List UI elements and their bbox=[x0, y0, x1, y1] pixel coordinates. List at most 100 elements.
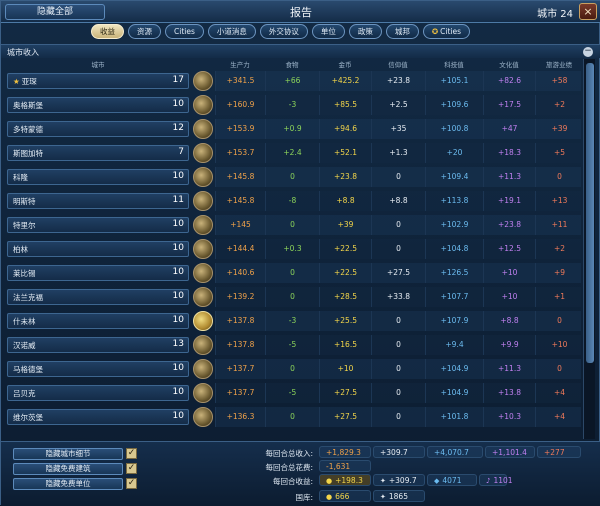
table-row[interactable]: 维尔茨堡 10 +136.3 0 +27.5 0 +101.8 +10.3 +4 bbox=[1, 406, 581, 428]
tab-0[interactable]: 收益 bbox=[91, 24, 124, 39]
cell-faith: +27.5 bbox=[371, 263, 425, 283]
tab-6[interactable]: 政策 bbox=[348, 24, 382, 39]
cell-gold: +25.5 bbox=[319, 311, 371, 331]
table-row[interactable]: 法兰克福 10 +139.2 0 +28.5 +33.8 +107.7 +10 +1 bbox=[1, 286, 581, 308]
city-name: 特里尔 bbox=[13, 220, 36, 231]
cell-faith: 0 bbox=[371, 335, 425, 355]
col-header-culture[interactable]: 文化值 bbox=[483, 59, 535, 69]
table-row[interactable]: 明斯特 11 +145.8 -8 +8.8 +8.8 +113.8 +19.1 +13 bbox=[1, 190, 581, 212]
city-focus-icon[interactable] bbox=[193, 239, 213, 259]
col-header-faith[interactable]: 信仰值 bbox=[371, 59, 425, 69]
tab-2[interactable]: Cities bbox=[165, 24, 204, 39]
city-name-button[interactable]: ★ 亚琛 17 bbox=[7, 73, 189, 89]
city-name-button[interactable]: 明斯特 11 bbox=[7, 193, 189, 209]
city-name-button[interactable]: 斯图加特 7 bbox=[7, 145, 189, 161]
cell-tourism: 0 bbox=[535, 311, 581, 331]
option-hide-free-units[interactable]: 隐藏免费单位 ✓ bbox=[13, 478, 137, 490]
city-name-button[interactable]: 什未林 10 bbox=[7, 313, 189, 329]
city-name-button[interactable]: 吕贝克 10 bbox=[7, 385, 189, 401]
collapse-icon[interactable]: − bbox=[583, 47, 593, 57]
city-name-button[interactable]: 多特蒙德 12 bbox=[7, 121, 189, 137]
city-population: 13 bbox=[172, 339, 184, 349]
option-hide-city-details[interactable]: 隐藏城市细节 ✓ bbox=[13, 448, 137, 460]
city-focus-icon[interactable] bbox=[193, 287, 213, 307]
cell-tourism: +58 bbox=[535, 71, 581, 91]
tab-1[interactable]: 资源 bbox=[128, 24, 161, 39]
table-row[interactable]: 奥格斯堡 10 +160.9 -3 +85.5 +2.5 +109.6 +17.5 +2 bbox=[1, 94, 581, 116]
cell-food: -3 bbox=[265, 95, 319, 115]
col-header-production[interactable]: 生产力 bbox=[215, 59, 265, 69]
option-label: 隐藏免费建筑 bbox=[13, 463, 123, 475]
table-row[interactable]: 吕贝克 10 +137.7 -5 +27.5 0 +104.9 +13.8 +4 bbox=[1, 382, 581, 404]
city-focus-icon[interactable] bbox=[193, 95, 213, 115]
table-row[interactable]: 斯图加特 7 +153.7 +2.4 +52.1 +1.3 +20 +18.3 +5 bbox=[1, 142, 581, 164]
cell-faith: 0 bbox=[371, 239, 425, 259]
scrollbar[interactable] bbox=[583, 59, 595, 439]
tab-7[interactable]: 城邦 bbox=[385, 24, 419, 39]
city-focus-icon[interactable] bbox=[193, 119, 213, 139]
table-row[interactable]: ★ 亚琛 17 +341.5 +66 +425.2 +23.8 +105.1 +82.6 +58 bbox=[1, 70, 581, 92]
city-name-button[interactable]: 法兰克福 10 bbox=[7, 289, 189, 305]
scroll-thumb[interactable] bbox=[586, 63, 594, 363]
city-name-button[interactable]: 汉诺威 13 bbox=[7, 337, 189, 353]
faith-icon: ✦ bbox=[380, 493, 386, 501]
city-focus-icon[interactable] bbox=[193, 359, 213, 379]
city-name-button[interactable]: 科隆 10 bbox=[7, 169, 189, 185]
tab-8[interactable]: ✪ Cities bbox=[422, 24, 471, 39]
city-focus-icon[interactable] bbox=[193, 215, 213, 235]
col-header-science[interactable]: 科技值 bbox=[425, 59, 483, 69]
option-hide-free-buildings[interactable]: 隐藏免费建筑 ✓ bbox=[13, 463, 137, 475]
table-row[interactable]: 马格德堡 10 +137.7 0 +10 0 +104.9 +11.3 0 bbox=[1, 358, 581, 380]
city-focus-icon[interactable] bbox=[193, 383, 213, 403]
close-button[interactable]: × bbox=[579, 3, 597, 20]
city-focus-icon[interactable] bbox=[193, 311, 213, 331]
city-focus-icon[interactable] bbox=[193, 263, 213, 283]
city-name: 科隆 bbox=[13, 172, 28, 183]
cell-food: 0 bbox=[265, 167, 319, 187]
checkbox[interactable]: ✓ bbox=[126, 478, 137, 489]
city-name-button[interactable]: 马格德堡 10 bbox=[7, 361, 189, 377]
cell-faith: +33.8 bbox=[371, 287, 425, 307]
cell-faith: +1.3 bbox=[371, 143, 425, 163]
city-focus-icon[interactable] bbox=[193, 71, 213, 91]
col-header-tourism[interactable]: 旅游业绩 bbox=[535, 59, 583, 69]
city-focus-icon[interactable] bbox=[193, 191, 213, 211]
tab-bar: 收益 资源 Cities 小道消息 外交协议 单位 政策 城邦 ✪ Cities bbox=[91, 24, 471, 40]
section-title: 城市收入 bbox=[7, 48, 39, 57]
city-focus-icon[interactable] bbox=[193, 143, 213, 163]
city-focus-icon[interactable] bbox=[193, 407, 213, 427]
table-row[interactable]: 科隆 10 +145.8 0 +23.8 0 +109.4 +11.3 0 bbox=[1, 166, 581, 188]
tab-label: Cities bbox=[174, 27, 195, 36]
city-focus-icon[interactable] bbox=[193, 335, 213, 355]
tab-3[interactable]: 小道消息 bbox=[207, 24, 256, 39]
tab-5[interactable]: 单位 bbox=[311, 24, 345, 39]
checkbox[interactable]: ✓ bbox=[126, 463, 137, 474]
table-row[interactable]: 柏林 10 +144.4 +0.3 +22.5 0 +104.8 +12.5 +2 bbox=[1, 238, 581, 260]
city-name-button[interactable]: 特里尔 10 bbox=[7, 217, 189, 233]
cell-science: +105.1 bbox=[425, 71, 483, 91]
cost-production: -1,631 bbox=[319, 460, 371, 472]
col-header-city[interactable]: 城市 bbox=[7, 59, 189, 69]
checkbox[interactable]: ✓ bbox=[126, 448, 137, 459]
cell-tourism: +9 bbox=[535, 263, 581, 283]
col-header-food[interactable]: 食物 bbox=[265, 59, 319, 69]
table-row[interactable]: 莱比锡 10 +140.6 0 +22.5 +27.5 +126.5 +10 +9 bbox=[1, 262, 581, 284]
table-row[interactable]: 多特蒙德 12 +153.9 +0.9 +94.6 +35 +100.8 +47 +39 bbox=[1, 118, 581, 140]
city-focus-icon[interactable] bbox=[193, 167, 213, 187]
city-population: 10 bbox=[172, 267, 184, 277]
cell-science: +109.6 bbox=[425, 95, 483, 115]
table-row[interactable]: 汉诺威 13 +137.8 -5 +16.5 0 +9.4 +9.9 +10 bbox=[1, 334, 581, 356]
city-name-button[interactable]: 柏林 10 bbox=[7, 241, 189, 257]
city-name-button[interactable]: 莱比锡 10 bbox=[7, 265, 189, 281]
cell-tourism: +5 bbox=[535, 143, 581, 163]
col-header-gold[interactable]: 金币 bbox=[319, 59, 371, 69]
cell-culture: +12.5 bbox=[483, 239, 535, 259]
tab-4[interactable]: 外交协议 bbox=[259, 24, 308, 39]
cell-faith: +35 bbox=[371, 119, 425, 139]
cell-food: 0 bbox=[265, 263, 319, 283]
city-name-button[interactable]: 维尔茨堡 10 bbox=[7, 409, 189, 425]
city-name-button[interactable]: 奥格斯堡 10 bbox=[7, 97, 189, 113]
table-row[interactable]: 特里尔 10 +145 0 +39 0 +102.9 +23.8 +11 bbox=[1, 214, 581, 236]
table-row[interactable]: 什未林 10 +137.8 -3 +25.5 0 +107.9 +8.8 0 bbox=[1, 310, 581, 332]
city-name: 吕贝克 bbox=[13, 388, 36, 399]
